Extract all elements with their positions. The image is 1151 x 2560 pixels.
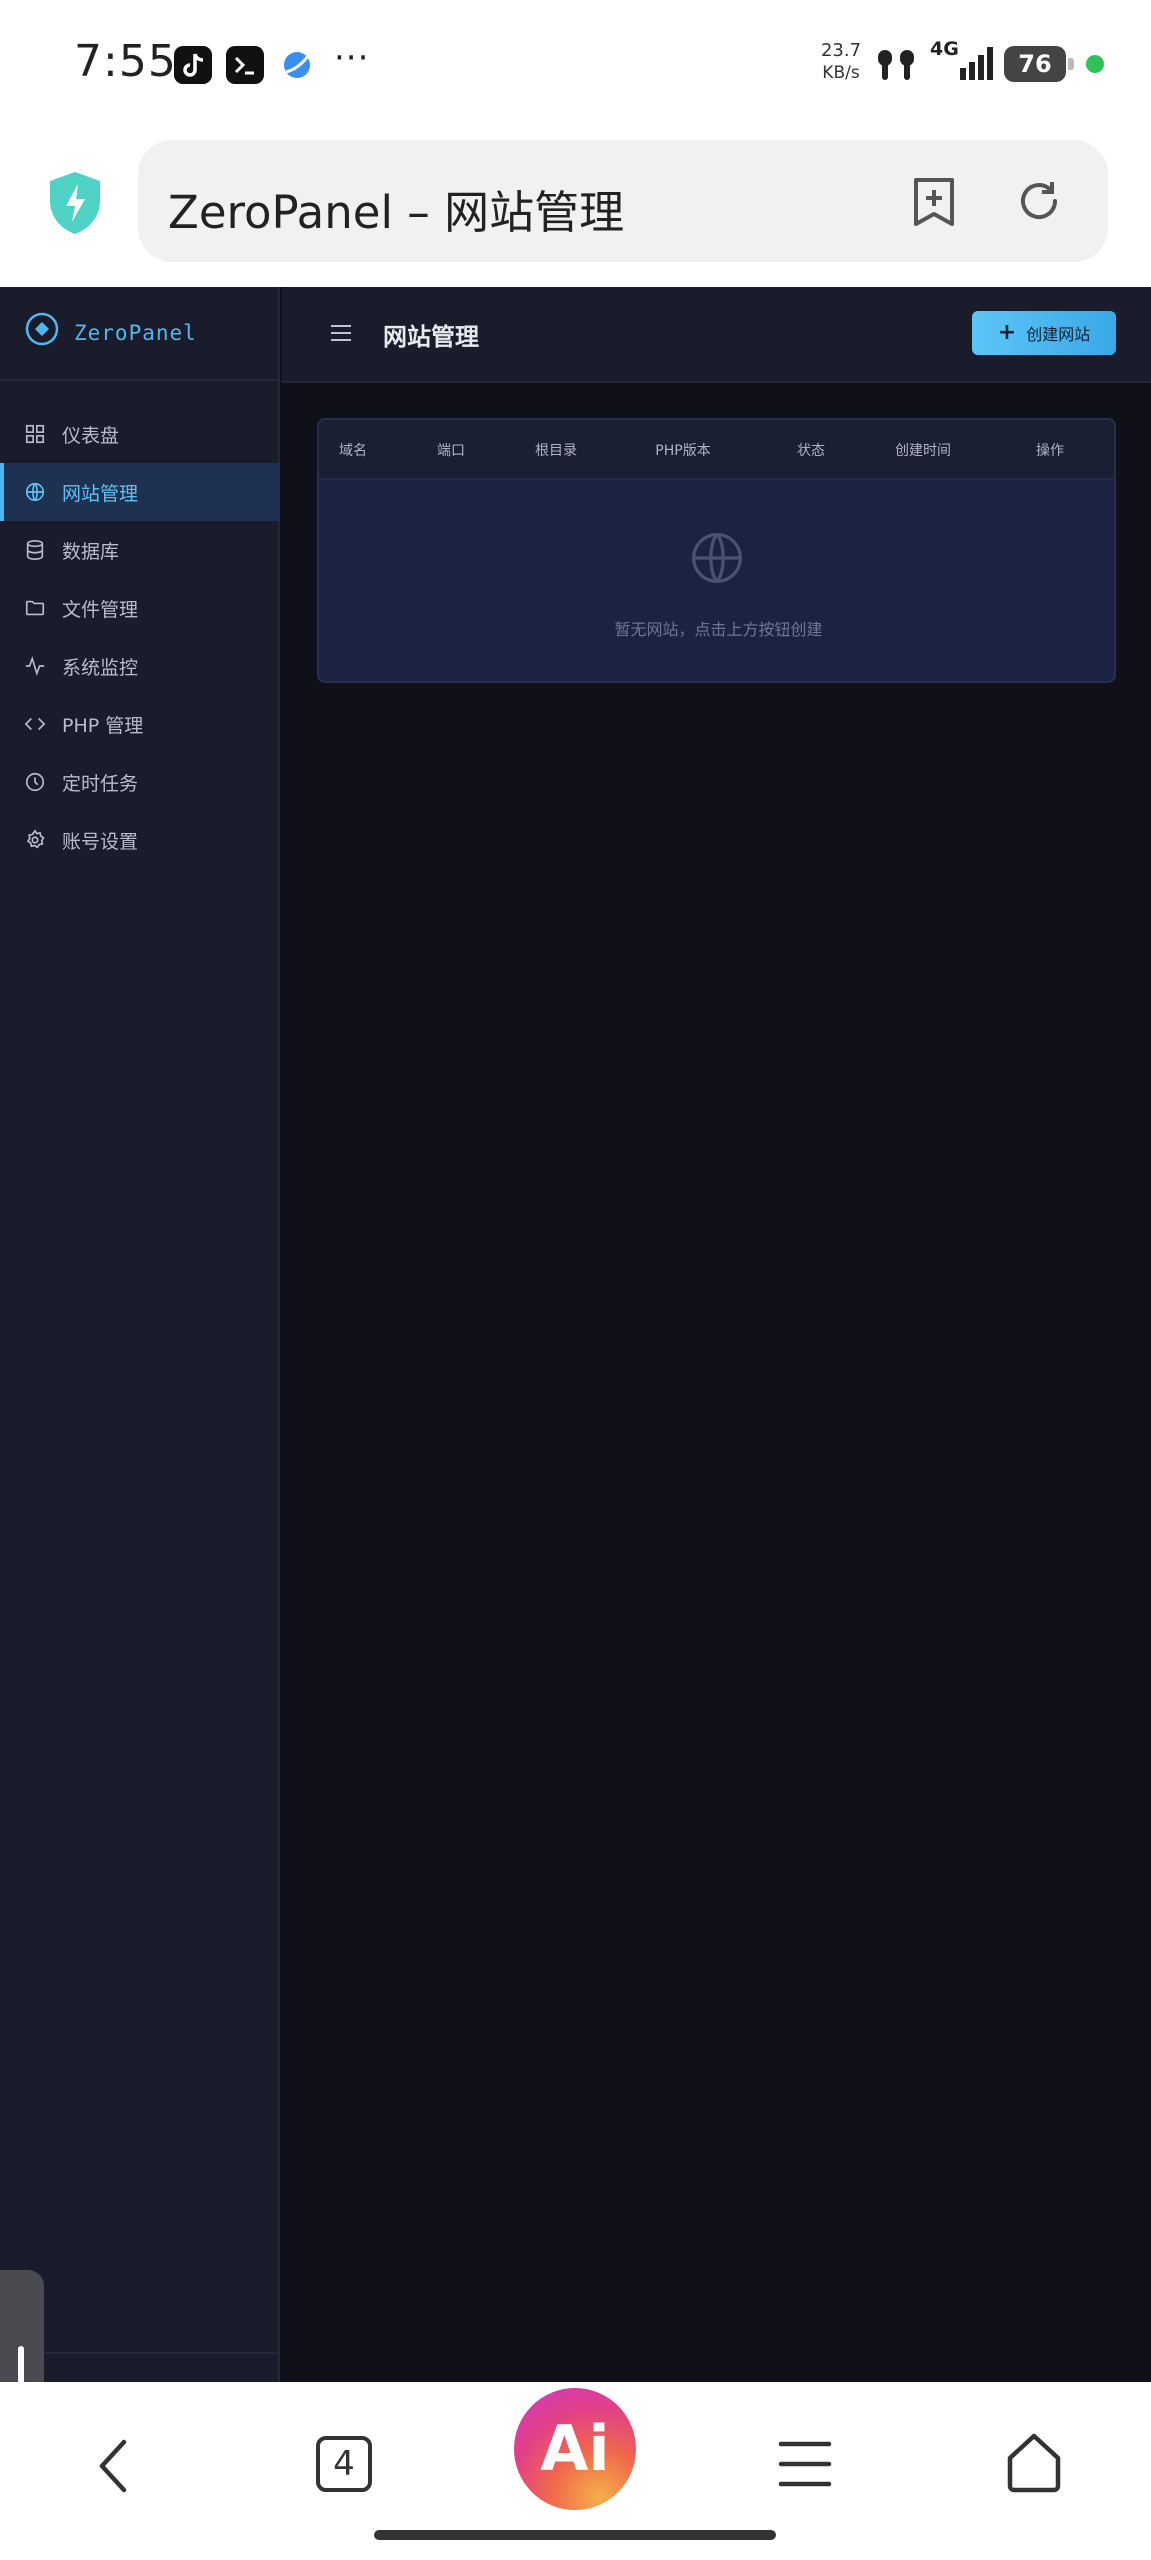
globe-icon xyxy=(25,482,45,502)
status-bar: 7:55 ··· 23.7 KB/s 4G 76 xyxy=(0,0,1151,130)
gesture-home-indicator[interactable] xyxy=(374,2530,776,2540)
column-header-php-version[interactable]: PHP版本 xyxy=(655,440,710,460)
column-header-root[interactable]: 根目录 xyxy=(535,440,577,460)
browser-app-icon xyxy=(278,46,316,84)
home-icon[interactable] xyxy=(1004,2432,1064,2498)
column-header-created-at[interactable]: 创建时间 xyxy=(895,440,951,460)
empty-state-message: 暂无网站，点击上方按钮创建 xyxy=(614,620,823,639)
sidebar-item-account[interactable]: 账号设置 xyxy=(0,811,280,869)
folder-icon xyxy=(25,600,45,616)
network-speed-unit: KB/s xyxy=(822,63,860,83)
page-title-text: ZeroPanel – 网站管理 xyxy=(168,186,625,239)
hamburger-menu-icon[interactable] xyxy=(330,323,352,347)
create-website-label: 创建网站 xyxy=(1026,325,1091,344)
create-website-button[interactable]: + 创建网站 xyxy=(972,311,1116,355)
sidebar-item-files[interactable]: 文件管理 xyxy=(0,579,280,637)
gear-icon xyxy=(26,829,45,849)
signal-icon xyxy=(958,44,998,86)
sidebar-item-label: 仪表盘 xyxy=(62,424,120,447)
tiktok-app-icon xyxy=(174,46,212,84)
battery-indicator: 76 xyxy=(1004,46,1074,82)
network-type: 4G xyxy=(930,38,959,60)
websites-table: 域名 端口 根目录 PHP版本 状态 创建时间 操作 暂无网站，点击上方按钮创建 xyxy=(317,418,1116,683)
column-header-domain[interactable]: 域名 xyxy=(339,440,367,460)
top-header: 网站管理 + 创建网站 xyxy=(282,287,1151,383)
sidebar-item-websites[interactable]: 网站管理 xyxy=(0,463,280,521)
browser-address-bar: ZeroPanel – 网站管理 xyxy=(0,130,1151,287)
menu-icon[interactable] xyxy=(778,2438,832,2494)
sidebar-item-label: 网站管理 xyxy=(62,482,139,505)
column-header-actions[interactable]: 操作 xyxy=(1036,440,1064,460)
sidebar-item-label: PHP 管理 xyxy=(62,714,144,737)
clock-icon xyxy=(25,772,45,792)
ai-assistant-button[interactable]: Ai xyxy=(514,2388,636,2510)
activity-icon xyxy=(25,656,45,676)
sidebar-item-label: 定时任务 xyxy=(62,772,139,795)
terminal-app-icon xyxy=(226,46,264,84)
back-icon[interactable] xyxy=(96,2438,132,2498)
sidebar-item-dashboard[interactable]: 仪表盘 xyxy=(0,405,280,463)
add-bookmark-icon[interactable] xyxy=(910,176,958,232)
network-speed-value: 23.7 xyxy=(820,40,862,61)
code-icon xyxy=(24,717,46,731)
security-shield-icon[interactable] xyxy=(46,170,104,240)
sidebar-item-label: 系统监控 xyxy=(62,656,139,679)
column-header-port[interactable]: 端口 xyxy=(437,440,465,460)
sidebar-item-monitor[interactable]: 系统监控 xyxy=(0,637,280,695)
more-notifications-icon: ··· xyxy=(334,38,370,78)
earbuds-icon xyxy=(874,46,920,88)
sidebar-item-cron[interactable]: 定时任务 xyxy=(0,753,280,811)
sidebar: ZeroPanel 仪表盘 网站管理 数据库 文件管理 系统监控 PHP 管理 … xyxy=(0,287,280,2382)
logo-icon xyxy=(24,311,60,351)
reload-icon[interactable] xyxy=(1014,176,1064,230)
brand-name: ZeroPanel xyxy=(74,321,197,345)
sidebar-item-label: 账号设置 xyxy=(62,830,139,853)
page-title: 网站管理 xyxy=(383,323,479,351)
status-time: 7:55 xyxy=(74,36,177,87)
privacy-indicator-dot xyxy=(1086,55,1104,73)
url-field[interactable]: ZeroPanel – 网站管理 xyxy=(138,140,1108,262)
table-header: 域名 端口 根目录 PHP版本 状态 创建时间 操作 xyxy=(319,420,1114,480)
globe-icon xyxy=(689,530,745,590)
sidebar-item-database[interactable]: 数据库 xyxy=(0,521,280,579)
database-icon xyxy=(26,540,44,560)
sidebar-item-label: 文件管理 xyxy=(62,598,139,621)
plus-icon: + xyxy=(997,320,1017,345)
browser-bottom-bar: 4 Ai xyxy=(0,2382,1151,2560)
network-speed: 23.7 KB/s xyxy=(818,40,864,84)
sidebar-nav: 仪表盘 网站管理 数据库 文件管理 系统监控 PHP 管理 定时任务 账号设置 xyxy=(0,405,280,869)
tab-switcher-button[interactable]: 4 xyxy=(316,2436,372,2492)
zeropanel-app: ZeroPanel 仪表盘 网站管理 数据库 文件管理 系统监控 PHP 管理 … xyxy=(0,287,1151,2382)
grid-icon xyxy=(25,424,45,444)
sidebar-item-label: 数据库 xyxy=(62,540,120,563)
brand[interactable]: ZeroPanel xyxy=(0,287,280,381)
column-header-status[interactable]: 状态 xyxy=(797,440,825,460)
sidebar-item-php[interactable]: PHP 管理 xyxy=(0,695,280,753)
